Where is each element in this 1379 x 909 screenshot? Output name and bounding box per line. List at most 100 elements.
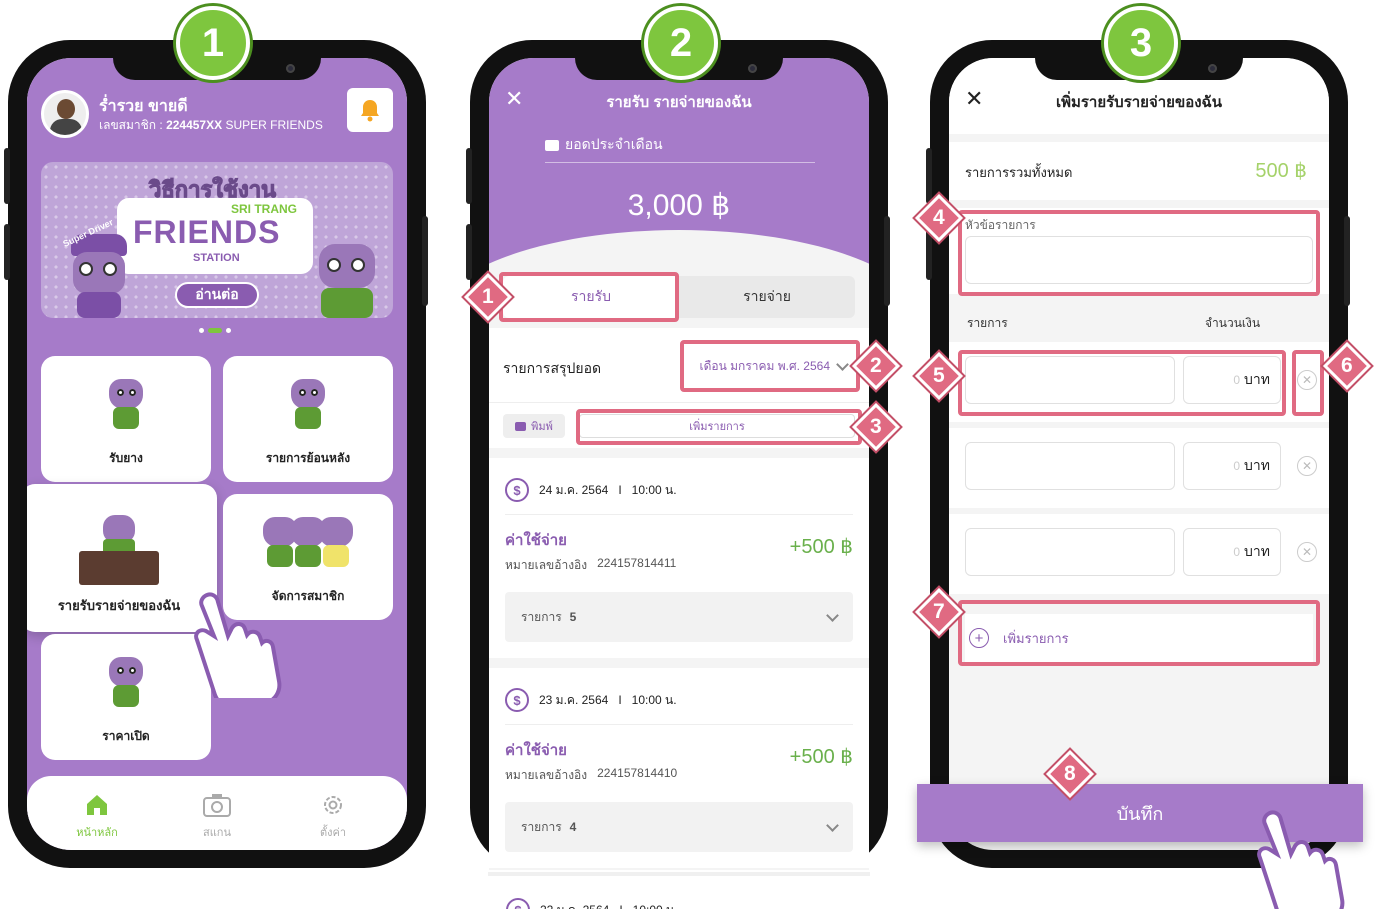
entry-amount: +500 ฿ (789, 536, 853, 558)
member-id: 224457XX (166, 118, 223, 132)
banner-cta-button[interactable]: อ่านต่อ (175, 282, 259, 308)
menu-label: รับยาง (109, 451, 143, 465)
remove-row-icon[interactable]: ✕ (1297, 542, 1317, 562)
entry-ref: 224157814411 (597, 556, 677, 570)
entry-ref-row: หมายเลขอ้างอิง 224157814410 (505, 766, 677, 785)
mascot-group-icon (263, 517, 353, 575)
summary-label: รายการสรุปยอด (503, 360, 602, 376)
phone-1-screen: ร่ำรวย ขายดี เลขสมาชิก : 224457XX SUPER … (27, 58, 407, 850)
monthly-label: ยอดประจำเดือน (565, 136, 663, 152)
menu-label: ราคาเปิด (102, 729, 150, 743)
user-avatar[interactable] (41, 90, 89, 138)
phone-2-screen: ✕ รายรับ รายจ่ายของฉัน ยอดประจำเดือน 3,0… (489, 58, 869, 870)
menu-history[interactable]: รายการย้อนหลัง (223, 356, 393, 482)
nav-scan[interactable]: สแกน (187, 792, 247, 841)
coin-icon: $ (505, 478, 529, 502)
nav-settings[interactable]: ตั้งค่า (303, 792, 363, 841)
notification-button[interactable] (347, 88, 393, 132)
side-button (466, 148, 472, 204)
screen-title: เพิ่มรายรับรายจ่ายของฉัน (1055, 94, 1223, 111)
side-button (4, 224, 10, 280)
tab-expense[interactable]: รายจ่าย (679, 276, 855, 318)
member-info: เลขสมาชิก : 224457XX SUPER FRIENDS (99, 116, 323, 135)
carousel-dot[interactable] (199, 328, 204, 333)
nav-home[interactable]: หน้าหลัก (67, 792, 127, 841)
mascot-icon (103, 379, 149, 437)
coin-icon: $ (505, 688, 529, 712)
highlight-tab-income (499, 272, 679, 322)
separator: I (619, 903, 622, 909)
side-button (926, 148, 932, 204)
entry-date-row: $ 24 ม.ค. 2564 I 10:00 น. (505, 478, 677, 502)
banner-brand-sub: STATION (193, 252, 240, 264)
entry-card[interactable]: $ 23 ม.ค. 2564 I 10:00 น. ค่าใช้จ่าย หมา… (489, 668, 869, 868)
side-button (422, 216, 428, 306)
highlight-month-select (680, 340, 860, 392)
item-amount-input[interactable]: 0 บาท (1183, 528, 1281, 576)
print-button[interactable]: พิมพ์ (503, 414, 565, 438)
mascot-icon (285, 379, 331, 437)
entry-ref: 224157814410 (597, 766, 678, 780)
camera-dot (748, 64, 757, 73)
side-button (1344, 216, 1350, 306)
entry-card[interactable]: $ 24 ม.ค. 2564 I 10:00 น. ค่าใช้จ่าย หมา… (489, 458, 869, 658)
step-number-3: 3 (1104, 6, 1178, 80)
home-icon (87, 795, 107, 815)
items-label: รายการ (521, 609, 562, 624)
gear-icon (324, 796, 342, 814)
entry-amount: +500 ฿ (789, 746, 853, 768)
entry-time: 10:00 น. (631, 692, 677, 707)
phone-2-frame: ✕ รายรับ รายจ่ายของฉัน ยอดประจำเดือน 3,0… (466, 40, 890, 870)
monthly-divider (545, 162, 815, 163)
highlight-topic (958, 210, 1320, 296)
entry-items-bar[interactable]: รายการ 4 (505, 802, 853, 852)
item-name-input[interactable] (965, 528, 1175, 576)
mascot-illustration (307, 244, 387, 318)
entry-date: 22 ม.ค. 2564 (540, 901, 609, 909)
separator: I (618, 693, 622, 707)
chevron-down-icon (826, 818, 839, 832)
entry-date-row: $ 22 ม.ค. 2564 I 10:00 น. (506, 898, 678, 909)
member-tier: SUPER FRIENDS (225, 118, 323, 132)
banner-brand-big: FRIENDS (133, 214, 281, 250)
promo-banner[interactable]: วิธีการใช้งาน SRI TRANG FRIENDS STATION … (41, 162, 393, 318)
items-count: 5 (569, 610, 577, 624)
entry-ref-label: หมายเลขอ้างอิง (505, 768, 588, 782)
menu-rubber-intake[interactable]: รับยาง (41, 356, 211, 482)
item-amount-input[interactable]: 0 บาท (1183, 442, 1281, 490)
monthly-amount: 3,000 ฿ (627, 189, 731, 222)
menu-label: รายรับรายจ่ายของฉัน (57, 598, 181, 613)
pointing-hand-icon (194, 592, 282, 698)
item-name-input[interactable] (965, 442, 1175, 490)
carousel-dots[interactable] (199, 328, 231, 333)
chevron-down-icon (826, 608, 839, 622)
nav-label: หน้าหลัก (76, 827, 118, 839)
monthly-label-row: ยอดประจำเดือน (545, 134, 663, 156)
step-number-1: 1 (176, 6, 250, 80)
save-label: บันทึก (1116, 803, 1164, 824)
side-button (4, 148, 10, 204)
member-label: เลขสมาชิก : (99, 118, 163, 132)
entry-card-peek: $ 22 ม.ค. 2564 I 10:00 น. (488, 872, 870, 909)
highlight-add-item (576, 409, 862, 445)
carousel-dot[interactable] (226, 328, 231, 333)
separator: I (618, 483, 622, 497)
amount-unit: บาท (1244, 543, 1270, 559)
entry-time: 10:00 น. (633, 901, 678, 909)
entry-ref-label: หมายเลขอ้างอิง (505, 558, 588, 572)
items-label: รายการ (521, 819, 562, 834)
total-value: 500 ฿ (1255, 160, 1307, 182)
items-count: 4 (569, 820, 577, 834)
remove-row-icon[interactable]: ✕ (1297, 456, 1317, 476)
wallet-icon (545, 139, 559, 151)
amount-placeholder: 0 (1233, 459, 1241, 473)
entry-items-bar[interactable]: รายการ 5 (505, 592, 853, 642)
carousel-dot-active[interactable] (208, 328, 222, 333)
column-header-amount: จำนวนเงิน (1205, 316, 1261, 330)
summary-divider (489, 402, 869, 403)
total-label: รายการรวมทั้งหมด (965, 165, 1073, 180)
print-label: พิมพ์ (531, 421, 553, 433)
bell-icon (361, 100, 379, 122)
printer-icon (515, 421, 527, 431)
entry-time: 10:00 น. (631, 482, 677, 497)
